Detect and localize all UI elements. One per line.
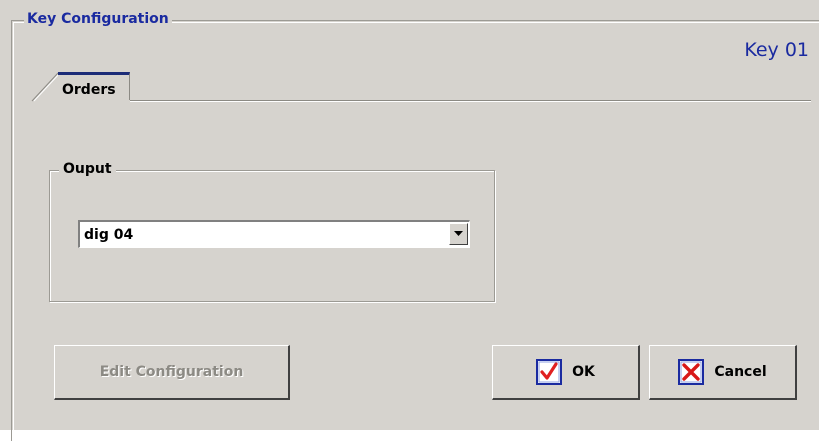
ok-label: OK	[572, 364, 595, 380]
checkmark-icon	[536, 359, 563, 385]
tab-strip-divider	[130, 100, 811, 102]
cancel-label: Cancel	[714, 364, 767, 380]
edit-configuration-button[interactable]: Edit Configuration	[54, 345, 290, 400]
cancel-button[interactable]: Cancel	[649, 345, 797, 400]
ok-button[interactable]: OK	[492, 345, 640, 400]
output-select[interactable]: dig 04	[78, 220, 470, 248]
edit-configuration-label: Edit Configuration	[99, 364, 244, 380]
key-configuration-dialog: Key Configuration Key 01 Orders Ouput di…	[0, 0, 819, 441]
tab-orders[interactable]: Orders	[58, 72, 130, 100]
group-title: Key Configuration	[24, 10, 172, 28]
output-select-dropdown-button[interactable]	[449, 223, 468, 245]
chevron-down-icon	[454, 231, 463, 236]
tab-orders-label: Orders	[62, 82, 116, 98]
output-group-title: Ouput	[59, 160, 116, 178]
key-label: Key 01	[744, 39, 809, 61]
output-select-value: dig 04	[84, 227, 134, 243]
x-icon	[678, 359, 705, 385]
